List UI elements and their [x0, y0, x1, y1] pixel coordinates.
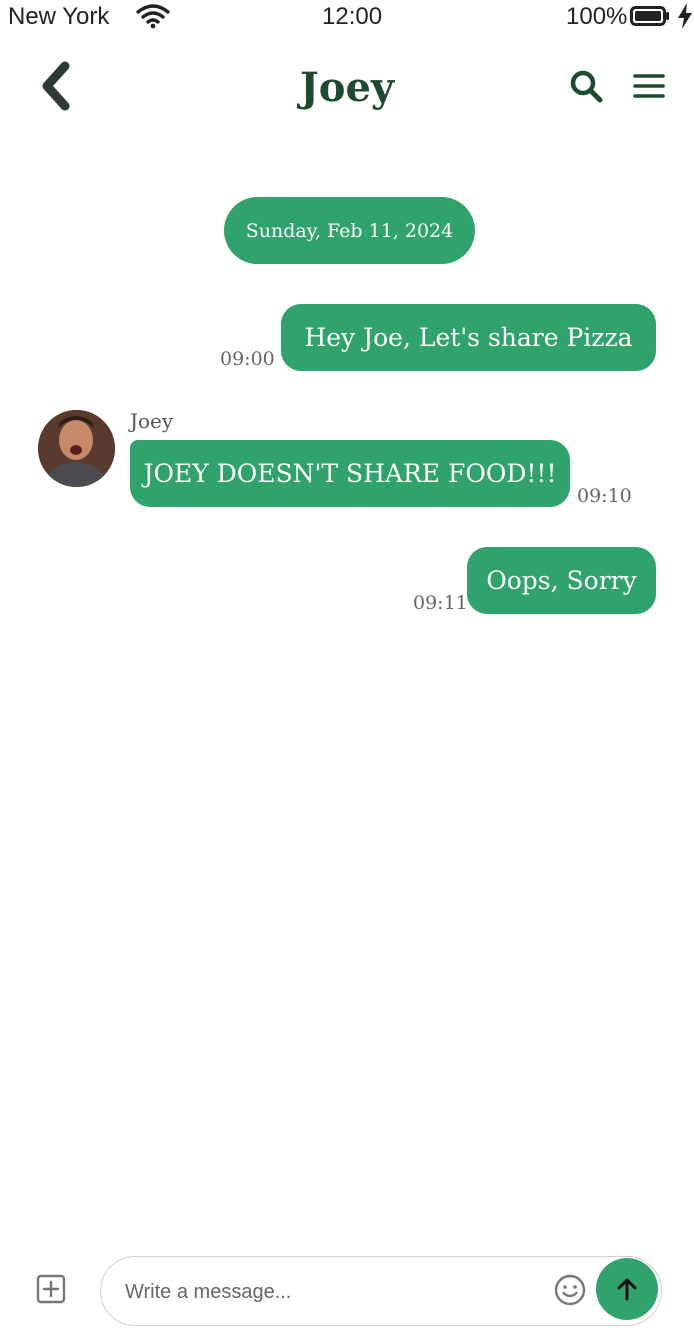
message-bubble-outgoing[interactable]: Oops, Sorry: [467, 547, 656, 614]
message-time: 09:00: [220, 348, 275, 370]
battery-icon: [630, 6, 669, 26]
send-button[interactable]: [596, 1258, 658, 1320]
carrier-label: New York: [8, 3, 110, 30]
wifi-icon: [136, 4, 170, 29]
status-bar: New York 12:00 100%: [0, 0, 694, 34]
message-input-container: [100, 1256, 662, 1326]
message-time: 09:11: [413, 592, 468, 614]
arrow-up-icon: [617, 1278, 637, 1301]
plus-square-icon[interactable]: [36, 1274, 66, 1304]
battery-percent: 100%: [566, 3, 628, 30]
message-time: 09:10: [577, 485, 632, 507]
avatar[interactable]: [38, 410, 115, 487]
charging-icon: [678, 3, 692, 29]
date-separator: Sunday, Feb 11, 2024: [224, 197, 475, 264]
message-bubble-incoming[interactable]: JOEY DOESN'T SHARE FOOD!!!: [130, 440, 570, 507]
status-time: 12:00: [322, 3, 383, 30]
message-input[interactable]: [123, 1269, 547, 1315]
smiley-icon[interactable]: [553, 1273, 587, 1307]
message-bubble-outgoing[interactable]: Hey Joe, Let's share Pizza: [281, 304, 656, 371]
chat-header: Joey: [0, 50, 694, 130]
search-icon: [570, 70, 603, 103]
menu-button[interactable]: [626, 64, 672, 108]
search-button[interactable]: [564, 64, 608, 108]
menu-icon: [633, 74, 665, 98]
message-composer: [0, 1248, 694, 1334]
sender-name: Joey: [130, 409, 174, 433]
avatar-image: [38, 410, 115, 487]
